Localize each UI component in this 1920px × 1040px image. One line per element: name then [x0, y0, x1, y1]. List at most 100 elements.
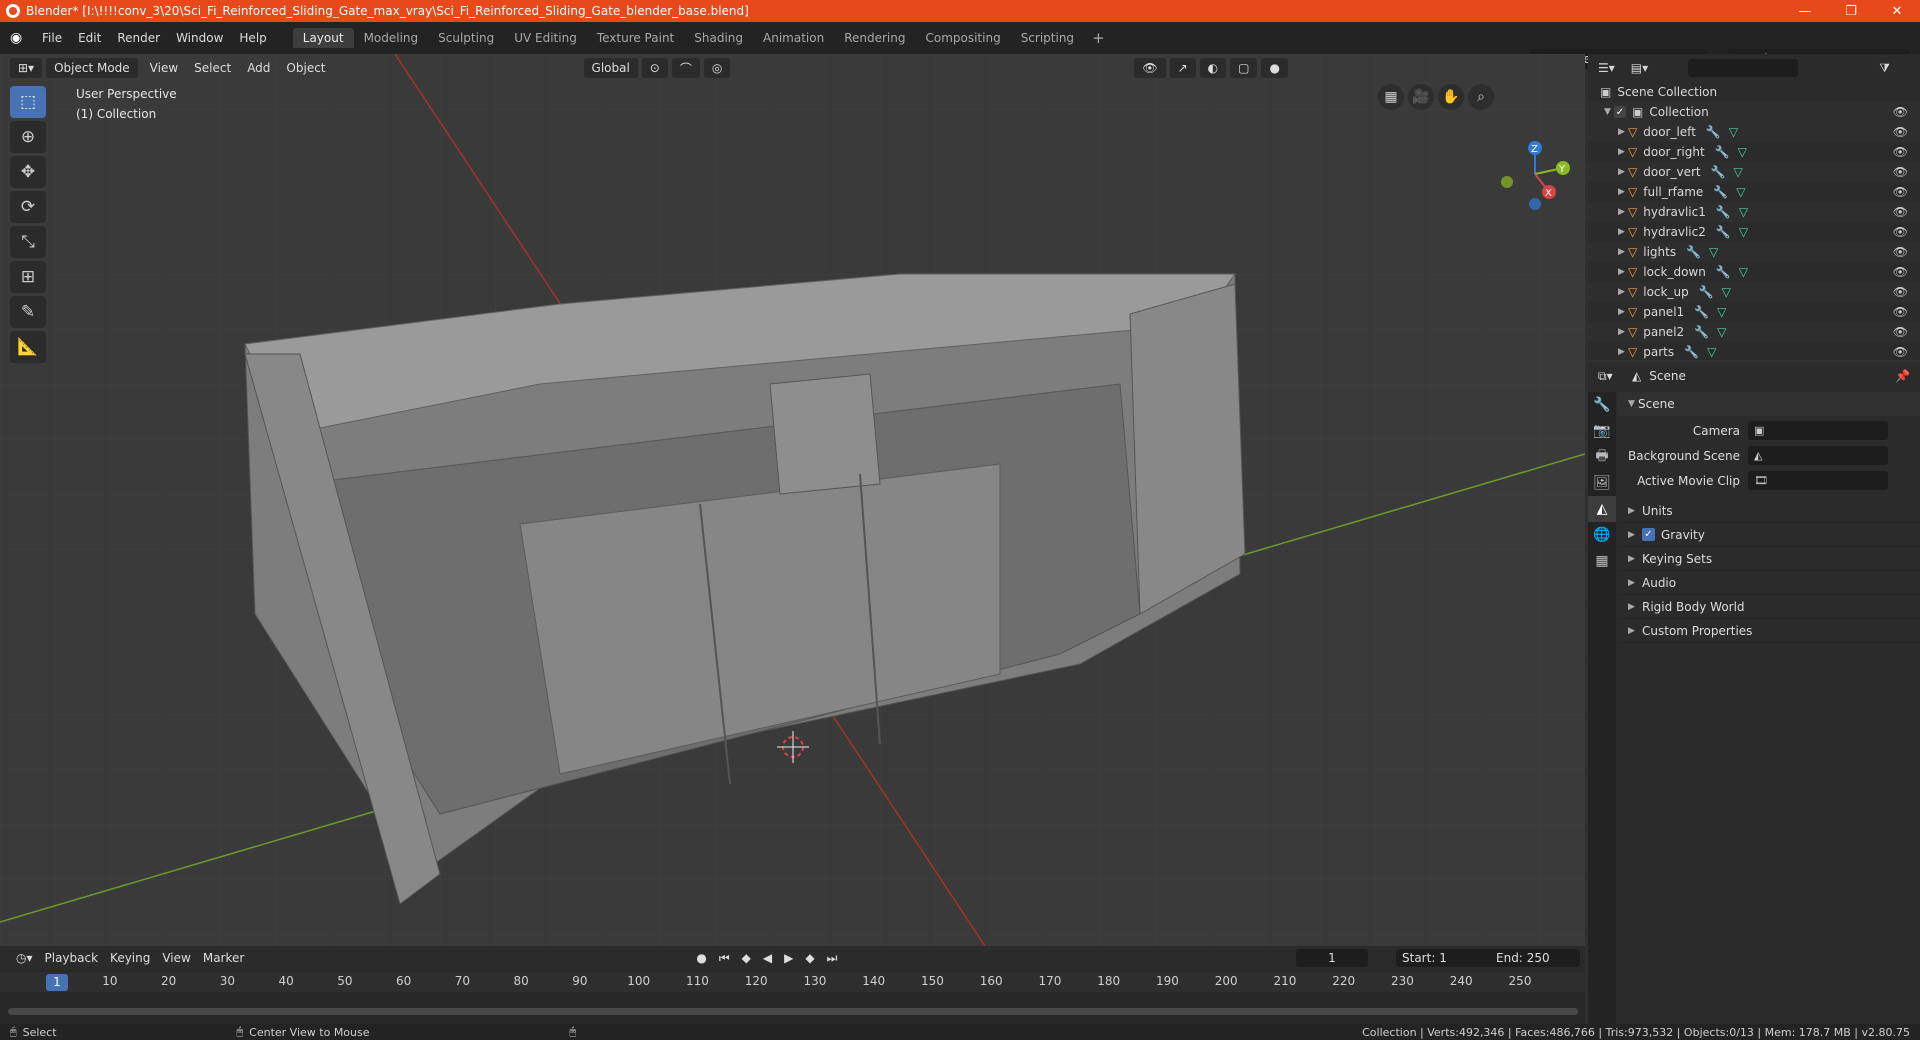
modifier-icon[interactable]: 🔧: [1716, 265, 1731, 279]
timeline-menu-playback[interactable]: Playback: [39, 951, 105, 965]
editor-type-button[interactable]: ⊞▾: [10, 58, 43, 78]
outliner-scene-collection[interactable]: ▣ Scene Collection: [1588, 82, 1920, 102]
scale-icon[interactable]: ⤡: [10, 226, 46, 258]
expand-triangle-icon[interactable]: ▶: [1618, 327, 1628, 337]
tab-compositing[interactable]: Compositing: [915, 28, 1010, 48]
keying-sets-panel[interactable]: ▶ Keying Sets: [1618, 547, 1920, 571]
transform-orientation-dropdown[interactable]: Global: [583, 58, 638, 78]
current-frame-field[interactable]: 1: [1296, 949, 1368, 967]
gravity-checkbox[interactable]: ✓: [1642, 528, 1655, 541]
modifier-icon[interactable]: 🔧: [1713, 185, 1728, 199]
eye-icon[interactable]: 👁: [1893, 145, 1908, 159]
collection-checkbox[interactable]: ✓: [1614, 106, 1626, 118]
mesh-data-icon[interactable]: ▽: [1729, 125, 1738, 139]
audio-panel[interactable]: ▶ Audio: [1618, 571, 1920, 595]
timeline-ruler[interactable]: 1 10 20 30 40 50 60 70 80 90 100 110 120 130 140 150 160…: [0, 972, 1585, 992]
menu-help[interactable]: Help: [231, 31, 274, 45]
3d-viewport[interactable]: Z Y X ⊞▾ Object Mode View Select Add Obj…: [0, 54, 1585, 946]
tab-texture-paint[interactable]: Texture Paint: [587, 28, 684, 48]
ortho-toggle-icon[interactable]: ▦: [1378, 84, 1404, 110]
outliner-object-row[interactable]: ▶ ▽ door_left 🔧 ▽ 👁: [1588, 122, 1920, 142]
expand-triangle-icon[interactable]: ▶: [1618, 207, 1628, 217]
pan-hand-icon[interactable]: ✋: [1438, 84, 1464, 110]
expand-triangle-icon[interactable]: ▶: [1618, 247, 1628, 257]
outliner-object-row[interactable]: ▶ ▽ lock_down 🔧 ▽ 👁: [1588, 262, 1920, 282]
modifier-icon[interactable]: 🔧: [1699, 285, 1714, 299]
close-button[interactable]: ✕: [1874, 0, 1920, 22]
measure-icon[interactable]: 📐: [10, 331, 46, 363]
modifier-icon[interactable]: 🔧: [1694, 325, 1709, 339]
eye-icon[interactable]: 👁: [1893, 205, 1908, 219]
transform-icon[interactable]: ⊞: [10, 261, 46, 293]
properties-editor-icon[interactable]: ⧉▾: [1598, 369, 1613, 384]
object-mode-dropdown[interactable]: Object Mode: [46, 58, 138, 78]
jump-start-icon[interactable]: ⏮: [713, 951, 736, 966]
outliner-object-row[interactable]: ▶ ▽ panel2 🔧 ▽ 👁: [1588, 322, 1920, 342]
scene-panel-header[interactable]: ▼ Scene: [1618, 392, 1920, 416]
tab-modeling[interactable]: Modeling: [354, 28, 429, 48]
timeline-menu-keying[interactable]: Keying: [104, 951, 156, 965]
camera-field[interactable]: ▣: [1748, 421, 1888, 440]
modifier-icon[interactable]: 🔧: [1711, 165, 1726, 179]
outliner-object-row[interactable]: ▶ ▽ hydravlic2 🔧 ▽ 👁: [1588, 222, 1920, 242]
texture-tab-icon[interactable]: ▦: [1588, 548, 1616, 574]
custom-properties-panel[interactable]: ▶ Custom Properties: [1618, 619, 1920, 643]
tab-shading[interactable]: Shading: [684, 28, 753, 48]
expand-triangle-icon[interactable]: ▶: [1618, 147, 1628, 157]
mesh-data-icon[interactable]: ▽: [1734, 165, 1743, 179]
camera-view-icon[interactable]: 🎥: [1408, 84, 1434, 110]
outliner-object-row[interactable]: ▶ ▽ full_rfame 🔧 ▽ 👁: [1588, 182, 1920, 202]
mesh-data-icon[interactable]: ▽: [1717, 325, 1726, 339]
mesh-data-icon[interactable]: ▽: [1736, 185, 1745, 199]
end-frame-field[interactable]: End: 250: [1490, 949, 1580, 967]
outliner-object-row[interactable]: ▶ ▽ door_vert 🔧 ▽ 👁: [1588, 162, 1920, 182]
viewport-menu-object[interactable]: Object: [278, 61, 333, 75]
next-keyframe-icon[interactable]: ◆: [799, 951, 820, 965]
mesh-data-icon[interactable]: ▽: [1722, 285, 1731, 299]
modifier-icon[interactable]: 🔧: [1686, 245, 1701, 259]
view-layer-tab-icon[interactable]: 🖼: [1588, 470, 1616, 496]
expand-triangle-icon[interactable]: ▶: [1618, 167, 1628, 177]
annotate-icon[interactable]: ✎: [10, 296, 46, 328]
menu-render[interactable]: Render: [109, 31, 168, 45]
tab-animation[interactable]: Animation: [753, 28, 834, 48]
expand-triangle-icon[interactable]: ▶: [1618, 267, 1628, 277]
expand-triangle-icon[interactable]: ▶: [1618, 287, 1628, 297]
outliner-object-row[interactable]: ▶ ▽ lights 🔧 ▽ 👁: [1588, 242, 1920, 262]
display-mode-icon[interactable]: ▤▾: [1631, 61, 1648, 75]
pin-icon[interactable]: 📌: [1895, 369, 1910, 383]
expand-triangle-icon[interactable]: ▶: [1618, 347, 1628, 357]
timeline-menu-view[interactable]: View: [156, 951, 196, 965]
timeline-editor-type-icon[interactable]: ◷▾: [10, 951, 39, 965]
tool-tab-icon[interactable]: 🔧: [1588, 392, 1616, 418]
outliner-object-row[interactable]: ▶ ▽ lock_up 🔧 ▽ 👁: [1588, 282, 1920, 302]
tab-layout[interactable]: Layout: [292, 28, 354, 48]
play-reverse-icon[interactable]: ◀: [757, 951, 778, 965]
rigid-body-world-panel[interactable]: ▶ Rigid Body World: [1618, 595, 1920, 619]
eye-icon[interactable]: 👁: [1893, 165, 1908, 179]
viewport-menu-select[interactable]: Select: [186, 61, 239, 75]
eye-icon[interactable]: 👁: [1893, 325, 1908, 339]
tab-uv-editing[interactable]: UV Editing: [504, 28, 587, 48]
eye-icon[interactable]: 👁: [1893, 265, 1908, 279]
viewport-menu-add[interactable]: Add: [239, 61, 278, 75]
outliner-collection[interactable]: ▼ ✓ ▣ Collection 👁: [1588, 102, 1920, 122]
zoom-icon[interactable]: ⌕: [1468, 84, 1494, 110]
output-tab-icon[interactable]: 🖶: [1588, 444, 1616, 470]
render-tab-icon[interactable]: 📷: [1588, 418, 1616, 444]
outliner-editor-icon[interactable]: ☰▾: [1598, 61, 1615, 75]
prev-keyframe-icon[interactable]: ◆: [736, 951, 757, 965]
timeline-scrollbar[interactable]: [8, 1008, 1578, 1015]
scene-tab-icon[interactable]: ◭: [1588, 496, 1616, 522]
modifier-icon[interactable]: 🔧: [1684, 345, 1699, 359]
outliner-object-row[interactable]: ▶ ▽ door_right 🔧 ▽ 👁: [1588, 142, 1920, 162]
outliner-search-input[interactable]: [1688, 59, 1798, 77]
tab-scripting[interactable]: Scripting: [1011, 28, 1084, 48]
mesh-data-icon[interactable]: ▽: [1738, 145, 1747, 159]
outliner-object-row[interactable]: ▶ ▽ hydravlic1 🔧 ▽ 👁: [1588, 202, 1920, 222]
mesh-data-icon[interactable]: ▽: [1707, 345, 1716, 359]
mesh-data-icon[interactable]: ▽: [1709, 245, 1718, 259]
active-movie-clip-field[interactable]: 🎞: [1748, 471, 1888, 490]
eye-icon[interactable]: 👁: [1893, 125, 1908, 139]
blender-menu-icon[interactable]: ◉: [10, 30, 26, 46]
